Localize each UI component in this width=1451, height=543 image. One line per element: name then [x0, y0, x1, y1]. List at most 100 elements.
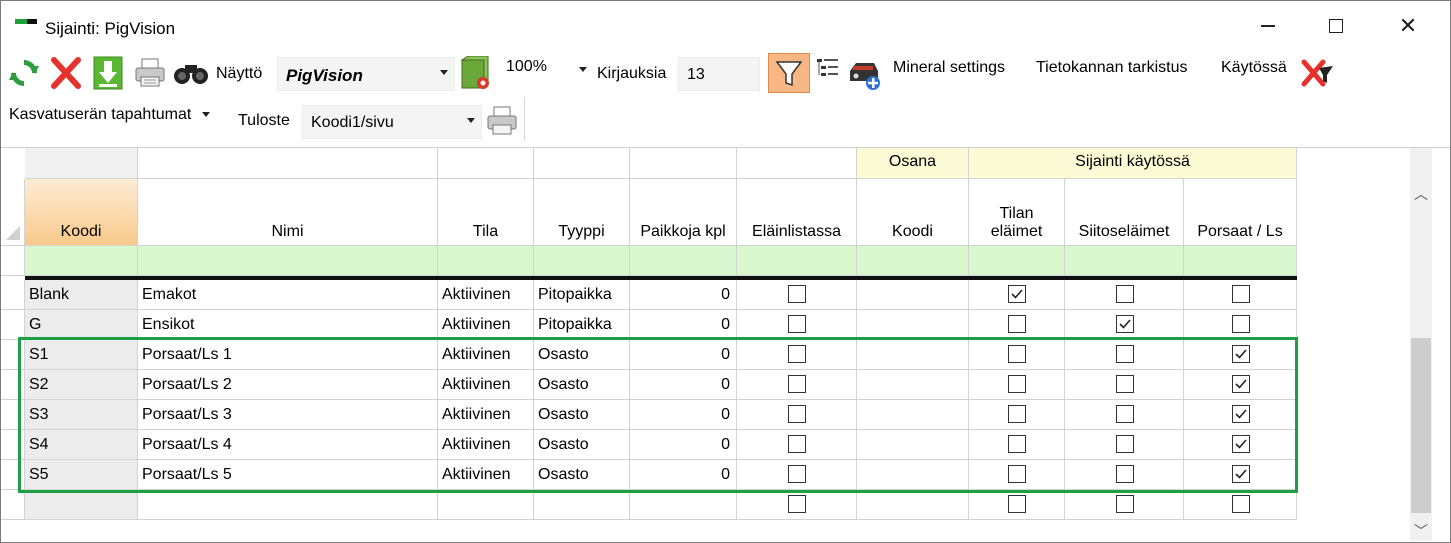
checkbox-porsaat[interactable]: [1232, 375, 1250, 393]
filter-cell-tila[interactable]: [438, 246, 534, 276]
column-header-tyyppi[interactable]: Tyyppi: [534, 179, 630, 246]
checkbox-tilan[interactable]: [1008, 285, 1026, 303]
kaytossa-button[interactable]: Käytössä: [1221, 59, 1287, 77]
table-cell-paikkoja[interactable]: 0: [630, 370, 737, 400]
delete-button[interactable]: [49, 56, 83, 90]
checkbox-tilan[interactable]: [1008, 465, 1026, 483]
checkbox-siitos[interactable]: [1116, 315, 1134, 333]
table-cell-tila[interactable]: Aktiivinen: [438, 280, 534, 310]
table-cell-tilan[interactable]: [969, 340, 1065, 370]
row-header[interactable]: [1, 340, 25, 370]
column-header-nimi[interactable]: Nimi: [138, 179, 438, 246]
checkbox-elain[interactable]: [788, 495, 806, 513]
filter-cell-koodi[interactable]: [25, 246, 138, 276]
table-cell-tila[interactable]: Aktiivinen: [438, 340, 534, 370]
table-cell-elain[interactable]: [737, 280, 857, 310]
kasvatuseran-menu[interactable]: Kasvatuserän tapahtumat: [9, 106, 210, 124]
select-all-corner[interactable]: [1, 179, 25, 246]
table-cell-paikkoja[interactable]: 0: [630, 340, 737, 370]
table-cell-osana[interactable]: [857, 280, 969, 310]
table-cell-koodi[interactable]: S1: [25, 340, 138, 370]
scrollbar-thumb[interactable]: [1411, 338, 1431, 513]
checkbox-porsaat[interactable]: [1232, 495, 1250, 513]
row-header[interactable]: [1, 490, 25, 520]
table-cell-tyyppi[interactable]: Osasto: [534, 460, 630, 490]
table-cell-osana[interactable]: [857, 370, 969, 400]
row-header[interactable]: [1, 430, 25, 460]
checkbox-siitos[interactable]: [1116, 465, 1134, 483]
column-header-osana-koodi[interactable]: Koodi: [857, 179, 969, 246]
table-cell-tila[interactable]: Aktiivinen: [438, 430, 534, 460]
table-cell-elain[interactable]: [737, 340, 857, 370]
table-cell-tilan[interactable]: [969, 400, 1065, 430]
checkbox-siitos[interactable]: [1116, 375, 1134, 393]
checkbox-siitos[interactable]: [1116, 495, 1134, 513]
checkbox-siitos[interactable]: [1116, 405, 1134, 423]
column-header-paikkoja[interactable]: Paikkoja kpl: [630, 179, 737, 246]
checkbox-elain[interactable]: [788, 375, 806, 393]
checkbox-siitos[interactable]: [1116, 285, 1134, 303]
column-header-siitoselaimet[interactable]: Siitoseläimet: [1065, 179, 1184, 246]
table-cell-tilan[interactable]: [969, 430, 1065, 460]
table-cell-paikkoja[interactable]: 0: [630, 280, 737, 310]
checkbox-tilan[interactable]: [1008, 375, 1026, 393]
table-cell-nimi[interactable]: Emakot: [138, 280, 438, 310]
filter-toggle-button[interactable]: [768, 53, 810, 93]
table-cell-koodi[interactable]: Blank: [25, 280, 138, 310]
add-database-button[interactable]: [847, 57, 881, 91]
table-cell-porsaat[interactable]: [1184, 340, 1297, 370]
table-cell-siitos[interactable]: [1065, 400, 1184, 430]
table-cell-tyyppi[interactable]: Osasto: [534, 400, 630, 430]
download-button[interactable]: [91, 55, 125, 90]
refresh-button[interactable]: [7, 56, 41, 90]
table-cell-koodi[interactable]: G: [25, 310, 138, 340]
table-cell-siitos[interactable]: [1065, 340, 1184, 370]
checkbox-porsaat[interactable]: [1232, 345, 1250, 363]
database-check-button[interactable]: Tietokannan tarkistus: [1036, 59, 1187, 77]
table-cell-nimi[interactable]: Porsaat/Ls 5: [138, 460, 438, 490]
table-cell-nimi[interactable]: Porsaat/Ls 1: [138, 340, 438, 370]
checkbox-tilan[interactable]: [1008, 435, 1026, 453]
table-cell-porsaat[interactable]: [1184, 400, 1297, 430]
table-cell-nimi[interactable]: Porsaat/Ls 3: [138, 400, 438, 430]
new-row-cell-porsaat[interactable]: [1184, 490, 1297, 520]
table-cell-tilan[interactable]: [969, 370, 1065, 400]
vertical-scrollbar[interactable]: ︿ ﹀: [1410, 148, 1432, 541]
table-cell-tyyppi[interactable]: Pitopaikka: [534, 310, 630, 340]
checkbox-elain[interactable]: [788, 435, 806, 453]
table-cell-siitos[interactable]: [1065, 280, 1184, 310]
table-cell-porsaat[interactable]: [1184, 280, 1297, 310]
table-cell-koodi[interactable]: S5: [25, 460, 138, 490]
print-button[interactable]: [133, 57, 167, 91]
filter-cell-paikkoja[interactable]: [630, 246, 737, 276]
scroll-up-icon[interactable]: ︿: [1410, 184, 1432, 204]
table-cell-siitos[interactable]: [1065, 460, 1184, 490]
zoom-select[interactable]: 100%: [501, 53, 593, 87]
table-cell-paikkoja[interactable]: 0: [630, 310, 737, 340]
checkbox-elain[interactable]: [788, 465, 806, 483]
table-cell-osana[interactable]: [857, 460, 969, 490]
table-cell-elain[interactable]: [737, 310, 857, 340]
tuloste-select[interactable]: Koodi1/sivu: [302, 105, 482, 139]
table-cell-tilan[interactable]: [969, 460, 1065, 490]
table-cell-tila[interactable]: Aktiivinen: [438, 400, 534, 430]
checkbox-siitos[interactable]: [1116, 435, 1134, 453]
table-cell-siitos[interactable]: [1065, 370, 1184, 400]
naytto-select[interactable]: PigVision: [277, 57, 455, 91]
table-cell-osana[interactable]: [857, 340, 969, 370]
checkbox-porsaat[interactable]: [1232, 435, 1250, 453]
checkbox-siitos[interactable]: [1116, 345, 1134, 363]
table-cell-osana[interactable]: [857, 430, 969, 460]
checkbox-elain[interactable]: [788, 285, 806, 303]
new-row-cell-nimi[interactable]: [138, 490, 438, 520]
new-row-cell-tyyppi[interactable]: [534, 490, 630, 520]
table-cell-siitos[interactable]: [1065, 310, 1184, 340]
table-cell-elain[interactable]: [737, 460, 857, 490]
column-header-tila[interactable]: Tila: [438, 179, 534, 246]
filter-cell-elainlistassa[interactable]: [737, 246, 857, 276]
checkbox-porsaat[interactable]: [1232, 405, 1250, 423]
table-cell-nimi[interactable]: Porsaat/Ls 2: [138, 370, 438, 400]
checkbox-elain[interactable]: [788, 315, 806, 333]
table-cell-porsaat[interactable]: [1184, 460, 1297, 490]
filter-cell-siitos[interactable]: [1065, 246, 1184, 276]
